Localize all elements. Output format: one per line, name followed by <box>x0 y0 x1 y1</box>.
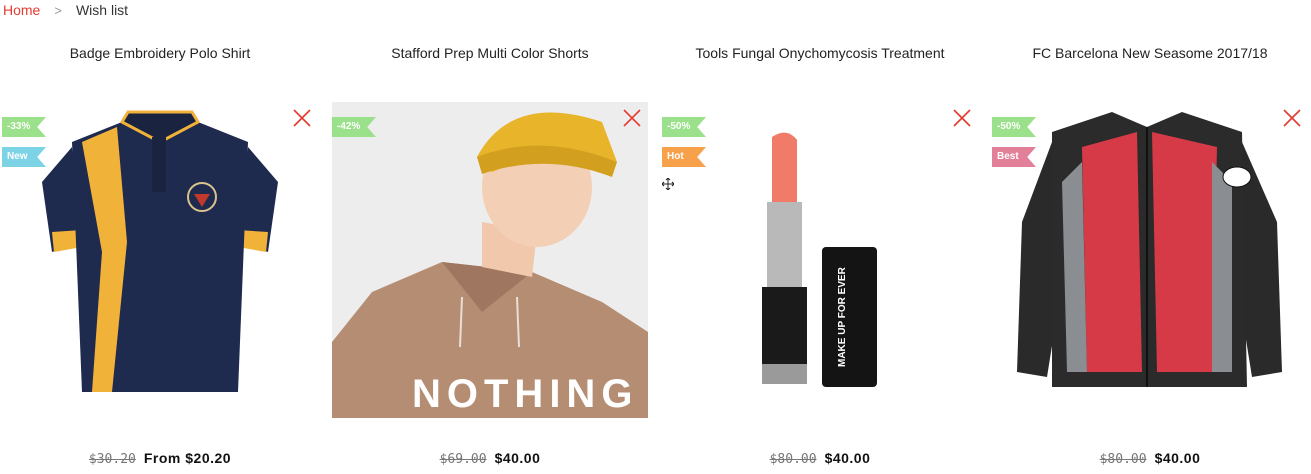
product-card: FC Barcelona New Seasome 2017/18 -50% Be… <box>992 0 1311 474</box>
old-price: $69.00 <box>439 452 487 467</box>
product-title[interactable]: Badge Embroidery Polo Shirt <box>2 45 318 61</box>
lipstick-image[interactable]: MAKE UP FOR EVER <box>662 102 978 418</box>
product-price: $80.00 $40.00 <box>662 450 978 467</box>
product-card: Tools Fungal Onychomycosis Treatment MAK… <box>662 0 982 474</box>
remove-from-wishlist-button[interactable] <box>622 108 642 128</box>
old-price: $80.00 <box>1099 452 1147 467</box>
product-title[interactable]: FC Barcelona New Seasome 2017/18 <box>992 45 1308 61</box>
current-price: $40.00 <box>1154 450 1201 466</box>
current-price: $40.00 <box>494 450 541 466</box>
product-price: $80.00 $40.00 <box>992 450 1308 467</box>
hoodie-print-text: NOTHING <box>412 372 638 416</box>
product-title[interactable]: Tools Fungal Onychomycosis Treatment <box>662 45 978 61</box>
wishlist-grid: Badge Embroidery Polo Shirt -33% New $30… <box>0 0 1311 474</box>
hoodie-model-image[interactable]: NOTHING <box>332 102 648 418</box>
old-price: $80.00 <box>769 452 817 467</box>
moto-jacket-image[interactable] <box>992 102 1308 418</box>
product-price: $69.00 $40.00 <box>332 450 648 467</box>
current-price: From $20.20 <box>143 450 232 466</box>
lipstick-brand-text: MAKE UP FOR EVER <box>837 266 848 367</box>
current-price: $40.00 <box>824 450 871 466</box>
remove-from-wishlist-button[interactable] <box>1282 108 1302 128</box>
product-title[interactable]: Stafford Prep Multi Color Shorts <box>332 45 648 61</box>
remove-from-wishlist-button[interactable] <box>952 108 972 128</box>
old-price: $30.20 <box>88 452 136 467</box>
remove-from-wishlist-button[interactable] <box>292 108 312 128</box>
product-card: Badge Embroidery Polo Shirt -33% New $30… <box>2 0 322 474</box>
polo-shirt-image[interactable] <box>2 102 318 418</box>
product-price: $30.20 From $20.20 <box>2 450 318 467</box>
product-card: Stafford Prep Multi Color Shorts NOTHING… <box>332 0 652 474</box>
move-cursor-icon <box>661 177 675 191</box>
